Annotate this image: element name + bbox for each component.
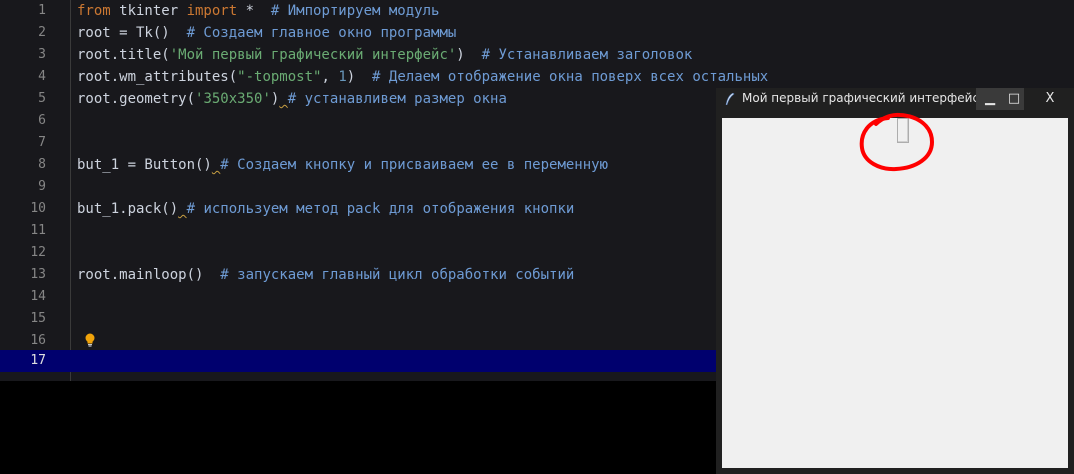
comment: # Создаем главное окно программы — [186, 25, 457, 41]
line-number: 15 — [30, 311, 46, 326]
code-text: * — [237, 3, 271, 19]
lightbulb-icon[interactable] — [84, 333, 96, 347]
line-number: 4 — [38, 69, 46, 84]
minimize-button[interactable]: ▁ — [976, 88, 1004, 110]
line-number: 2 — [38, 25, 46, 40]
string-literal: 'Мой первый графический интерфейс' — [169, 47, 457, 63]
current-line-number: 17 — [30, 353, 46, 368]
line-number: 7 — [38, 135, 46, 150]
line-number: 3 — [38, 47, 46, 62]
code-text: but_1 = Button() — [77, 157, 212, 173]
code-text: , — [321, 69, 339, 85]
line-number: 16 — [30, 333, 46, 348]
tk-feather-icon — [725, 93, 735, 105]
code-line-5[interactable]: root.geometry('350x350') # устанавливем … — [77, 88, 507, 110]
line-number: 5 — [38, 91, 46, 106]
code-line-3[interactable]: root.title('Мой первый графический интер… — [77, 44, 692, 66]
line-number: 12 — [30, 245, 46, 260]
code-line-1[interactable]: from tkinter import * # Импортируем моду… — [77, 0, 439, 22]
comment: # используем метод pack для отображения … — [186, 201, 575, 217]
code-text: ) — [456, 47, 482, 63]
code-line-4[interactable]: root.wm_attributes("-topmost", 1) # Дела… — [77, 66, 768, 88]
pep8-warning-squiggle — [279, 91, 287, 107]
line-number: 14 — [30, 289, 46, 304]
code-text: root.mainloop() — [77, 267, 221, 283]
line-number: 10 — [30, 201, 46, 216]
comment: # Устанавливаем заголовок — [481, 47, 693, 63]
string-literal: "-topmost" — [237, 69, 322, 85]
code-text: but_1.pack() — [77, 201, 179, 217]
code-line-8[interactable]: but_1 = Button() # Создаем кнопку и прис… — [77, 154, 608, 176]
line-number: 11 — [30, 223, 46, 238]
number-literal: 1 — [338, 69, 347, 85]
maximize-button[interactable]: □ — [1004, 88, 1024, 110]
code-text: tkinter — [110, 3, 187, 19]
line-number-gutter: 1 2 3 4 5 6 7 8 9 10 11 12 13 14 15 16 — [0, 0, 71, 381]
comment: # Создаем кнопку и присваиваем ее в пере… — [220, 157, 609, 173]
close-button[interactable]: X — [1028, 88, 1072, 110]
code-line-13[interactable]: root.mainloop() # запускаем главный цикл… — [77, 264, 574, 286]
line-number: 8 — [38, 157, 46, 172]
string-literal: '350x350' — [195, 91, 271, 107]
code-text: root.geometry( — [77, 91, 196, 107]
comment: # запускаем главный цикл обработки событ… — [220, 267, 575, 283]
code-text: root.wm_attributes( — [77, 69, 238, 85]
code-line-10[interactable]: but_1.pack() # используем метод pack для… — [77, 198, 574, 220]
line-number: 1 — [38, 3, 46, 18]
code-text: ) — [346, 69, 373, 85]
code-line-2[interactable]: root = Tk() # Создаем главное окно прогр… — [77, 22, 456, 44]
tk-window-title: Мой первый графический интерфейс — [742, 91, 980, 105]
keyword: import — [186, 3, 238, 19]
code-text: root = Tk() — [77, 25, 187, 41]
code-text: root.title( — [77, 47, 170, 63]
line-number: 13 — [30, 267, 46, 282]
comment: # устанавливем размер окна — [287, 91, 507, 107]
red-circle-annotation — [859, 112, 935, 172]
comment: # Делаем отображение окна поверх всех ос… — [372, 69, 769, 85]
line-number: 6 — [38, 113, 46, 128]
tk-titlebar[interactable]: Мой первый графический интерфейс ▁ □ X — [716, 88, 1074, 110]
pep8-warning-squiggle — [178, 201, 186, 217]
keyword: from — [77, 3, 111, 19]
line-number: 9 — [38, 179, 46, 194]
comment: # Импортируем модуль — [270, 3, 440, 19]
